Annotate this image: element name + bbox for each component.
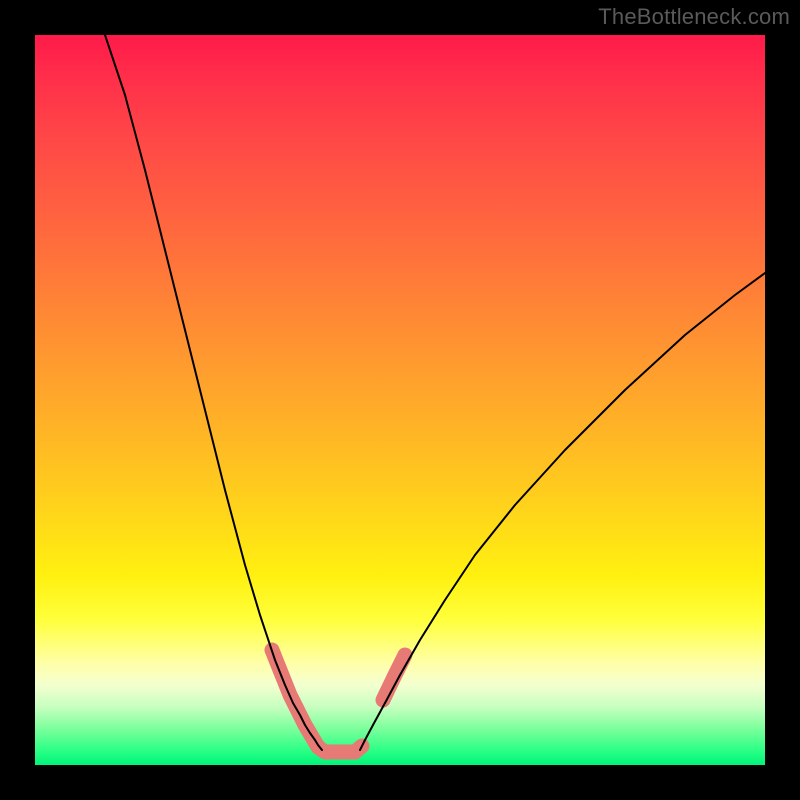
series-pink-accent-right xyxy=(383,655,405,700)
series-curve-left xyxy=(105,35,322,750)
series-curve-right xyxy=(360,273,765,750)
chart-svg xyxy=(35,35,765,765)
series-pink-accent-left xyxy=(272,650,362,752)
watermark-text: TheBottleneck.com xyxy=(598,4,790,30)
chart-plot-area xyxy=(35,35,765,765)
chart-frame: TheBottleneck.com xyxy=(0,0,800,800)
